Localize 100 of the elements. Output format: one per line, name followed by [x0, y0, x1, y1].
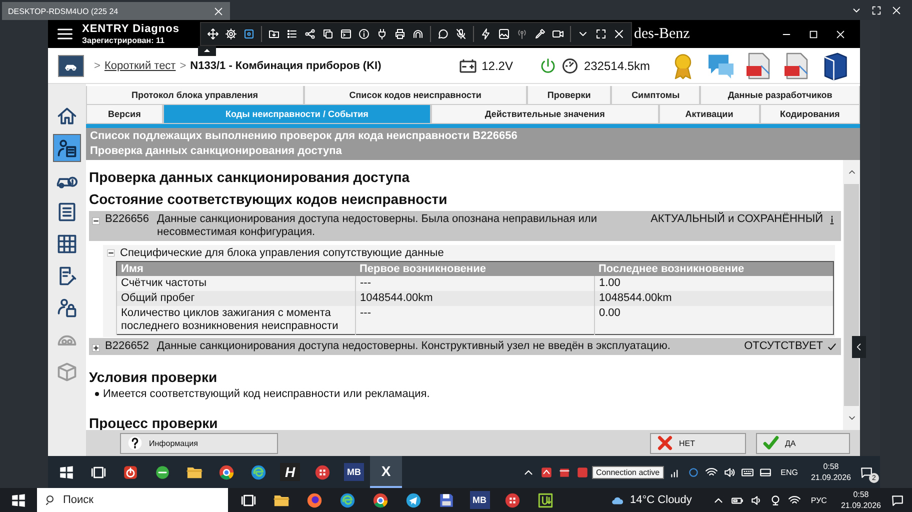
keyboard-icon[interactable] [740, 466, 754, 478]
fault-description: Данные санкционирования доступа недостоверны. Была опознана неправильная или несовместимая конфигурация. [157, 213, 598, 239]
fullscreen-icon[interactable] [595, 28, 607, 40]
arc-icon[interactable] [412, 28, 424, 40]
share-icon[interactable] [304, 28, 316, 40]
collapse-tab[interactable] [198, 46, 216, 56]
search-field[interactable]: Поиск [37, 488, 228, 512]
calendar-icon[interactable] [558, 466, 572, 478]
language-indicator[interactable]: РУС [810, 496, 827, 504]
tab[interactable]: Активации [658, 105, 760, 124]
speaker-icon[interactable] [750, 494, 763, 506]
panel-handle[interactable] [852, 336, 866, 358]
dialog-button[interactable]: Информация [120, 432, 278, 454]
focus-icon[interactable] [243, 28, 255, 40]
clock-date: 21.09.2026 [810, 472, 851, 483]
tab[interactable]: Список кодов неисправности [304, 86, 528, 105]
breadcrumb-current: N133/1 - Комбинация приборов (KI) [190, 60, 382, 72]
folder-icon[interactable] [268, 28, 280, 40]
broadcast-icon[interactable] [516, 28, 528, 40]
breadcrumb-separator: > [180, 60, 186, 72]
voltage-reading: 12.2V [482, 58, 513, 72]
plug-icon[interactable] [376, 28, 388, 40]
dialog-button[interactable]: НЕТ [650, 432, 746, 454]
vehicle-button[interactable] [58, 54, 84, 76]
tab[interactable]: Кодирования [760, 105, 860, 124]
power-app-icon[interactable] [122, 464, 138, 480]
collapse-icon[interactable] [107, 249, 115, 257]
maximize-icon[interactable] [808, 28, 819, 40]
wifi-icon[interactable] [704, 466, 718, 478]
swirl-icon[interactable] [250, 464, 266, 480]
table-cell: 0.00 [594, 306, 834, 334]
gear-icon[interactable] [225, 28, 237, 40]
browser-icon[interactable] [218, 464, 234, 480]
paper-plane-icon[interactable] [405, 492, 422, 508]
column-header: Первое возникновение [356, 262, 594, 276]
caret-app-icon[interactable] [540, 466, 554, 478]
circle-app-icon[interactable] [154, 464, 170, 480]
language-indicator[interactable]: ENG [780, 468, 798, 476]
windows-logo-icon[interactable] [58, 464, 74, 480]
tab[interactable]: Проверки [527, 86, 612, 105]
sidebar-button[interactable] [53, 134, 81, 162]
column-header: Последнее возникновение [594, 262, 834, 276]
weather-text[interactable]: 14°C Cloudy [630, 494, 692, 506]
clock-date: 21.09.2026 [840, 500, 881, 511]
breadcrumb-link[interactable]: Короткий тест [104, 60, 176, 72]
tab[interactable]: Протокол блока управления [86, 86, 304, 105]
download-box-icon[interactable] [537, 492, 554, 508]
swirl-icon[interactable] [339, 492, 356, 508]
table-cell: Общий пробег [116, 290, 356, 306]
webcam-icon[interactable] [768, 494, 782, 506]
tab[interactable]: Действительные значения [431, 105, 659, 124]
browser-icon[interactable] [372, 492, 389, 508]
printer-icon[interactable] [394, 28, 406, 40]
tab[interactable]: Данные разработчиков [700, 86, 860, 105]
app-tile[interactable]: MB [344, 463, 364, 481]
app-tile[interactable]: H [280, 463, 300, 481]
microphone-off-icon[interactable] [455, 28, 467, 40]
list-icon[interactable] [286, 28, 298, 40]
pipette-icon[interactable] [534, 28, 546, 40]
close-icon[interactable] [213, 6, 224, 16]
close-icon[interactable] [835, 28, 846, 40]
fault-code: B226656 [105, 213, 150, 226]
image-icon[interactable] [498, 28, 510, 40]
collapse-icon[interactable] [92, 217, 100, 225]
app-tile[interactable]: MB [470, 491, 490, 509]
dialog-button[interactable]: ДА [756, 432, 850, 454]
circle-icon[interactable] [686, 466, 700, 478]
close-icon[interactable] [613, 28, 625, 40]
table-cell: 1048544.00km [356, 290, 594, 306]
tooltip: Connection active [592, 466, 664, 478]
wifi-icon[interactable] [788, 494, 801, 506]
grid-icon [56, 233, 78, 255]
terminal-icon[interactable] [340, 28, 352, 40]
squares-app-icon[interactable] [504, 492, 521, 508]
fault-status: АКТУАЛЬНЫЙ и СОХРАНЁННЫЙ [650, 213, 823, 226]
video-camera-icon[interactable] [552, 28, 564, 40]
scrollbar[interactable] [843, 160, 860, 430]
lightning-icon[interactable] [480, 28, 492, 40]
session-tab[interactable]: DESKTOP-RDSM4UO (225 24 [2, 2, 230, 20]
windows-logo-icon[interactable] [10, 492, 27, 508]
fullscreen-icon[interactable] [871, 5, 882, 16]
notification-icon[interactable] [891, 494, 904, 506]
square-app-icon[interactable] [576, 466, 590, 478]
copy-icon[interactable] [322, 28, 334, 40]
tab[interactable]: Симптомы [611, 86, 700, 105]
close-icon[interactable] [891, 5, 902, 16]
move-icon[interactable] [207, 28, 219, 40]
question-icon [127, 435, 143, 451]
tab[interactable]: Версия [86, 105, 163, 124]
list-icon [56, 201, 78, 223]
scrollbar-thumb[interactable] [844, 184, 859, 406]
fox-browser-icon[interactable] [306, 492, 323, 508]
tablet-icon[interactable] [758, 466, 772, 478]
speaker-icon[interactable] [722, 466, 736, 478]
notification-icon[interactable] [860, 466, 873, 478]
chat-icon[interactable] [437, 28, 449, 40]
expand-icon[interactable] [92, 344, 100, 352]
squares-app-icon[interactable] [314, 464, 330, 480]
info-icon[interactable] [358, 28, 370, 40]
cross-icon [657, 435, 673, 451]
